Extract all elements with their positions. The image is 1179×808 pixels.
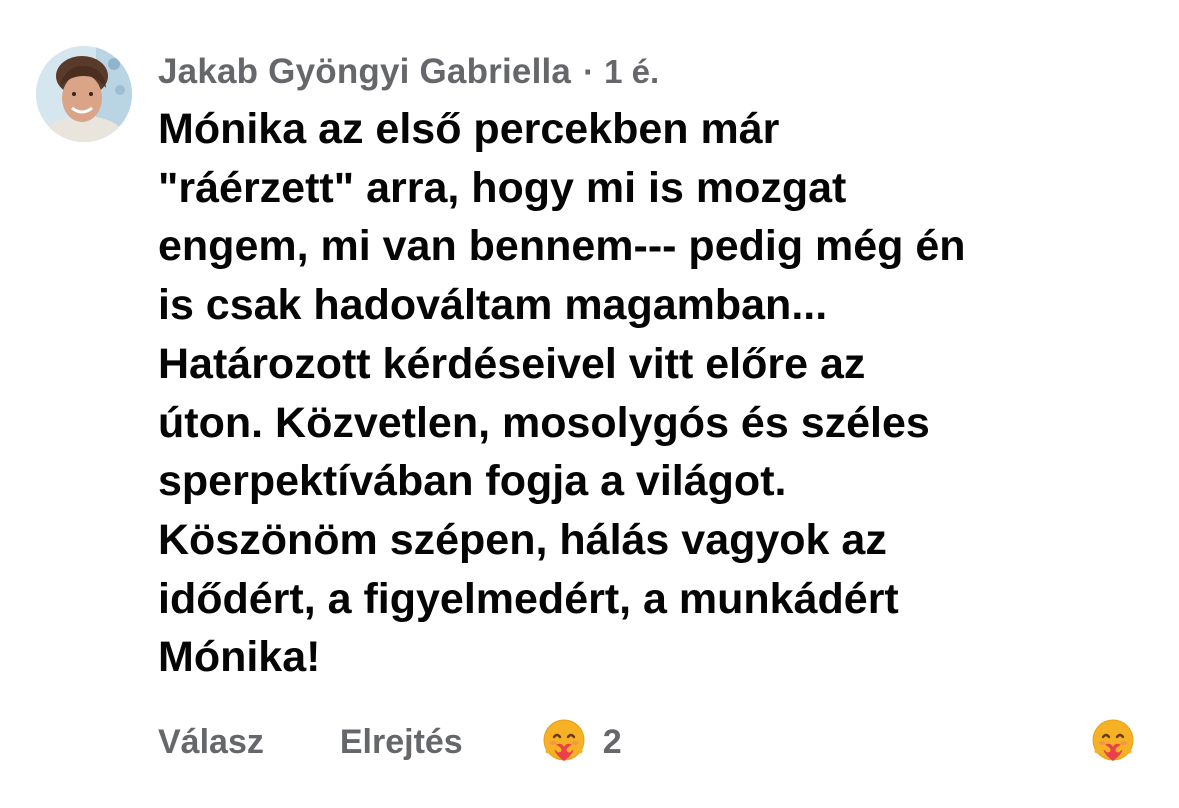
comment-text-line: "ráérzett" arra, hogy mi is mozgat bbox=[158, 163, 847, 212]
reaction-count: 2 bbox=[602, 722, 622, 761]
comment-text-line: idődért, a figyelmedért, a munkádért bbox=[158, 574, 899, 623]
comment-header: Jakab Gyöngyi Gabriella · 1 é. bbox=[158, 48, 659, 96]
author-name[interactable]: Jakab Gyöngyi Gabriella bbox=[158, 52, 571, 92]
comment-text-line: is csak hadováltam magamban... bbox=[158, 281, 828, 330]
reply-button[interactable]: Válasz bbox=[158, 723, 264, 762]
comment-text-line: Mónika az első percekben már bbox=[158, 105, 780, 153]
care-reaction-icon bbox=[1088, 717, 1138, 767]
reaction-summary[interactable]: 2 bbox=[539, 717, 622, 767]
hide-button[interactable]: Elrejtés bbox=[340, 723, 463, 762]
comment-text-line: úton. Közvetlen, mosolygós és széles bbox=[158, 398, 930, 447]
comment-body: Mónika az első percekben már "ráérzett" … bbox=[158, 100, 1158, 687]
comment-text-line: Határozott kérdéseivel vitt előre az bbox=[158, 339, 866, 388]
comment-text-line: engem, mi van bennem--- pedig még én bbox=[158, 222, 966, 271]
comment: Jakab Gyöngyi Gabriella · 1 é. Mónika az… bbox=[0, 0, 1179, 808]
avatar[interactable] bbox=[36, 46, 132, 142]
meta-separator: · bbox=[583, 53, 595, 90]
comment-text-line: sperpektívában fogja a világot. bbox=[158, 457, 787, 506]
profile-photo bbox=[36, 46, 132, 142]
comment-actions: Válasz Elrejtés 2 bbox=[158, 716, 1138, 768]
react-button[interactable] bbox=[1088, 717, 1138, 772]
comment-timestamp[interactable]: 1 é. bbox=[604, 53, 659, 91]
comment-text-line: Mónika! bbox=[158, 633, 321, 682]
care-reaction-icon bbox=[539, 717, 589, 767]
comment-text-line: Köszönöm szépen, hálás vagyok az bbox=[158, 515, 887, 564]
